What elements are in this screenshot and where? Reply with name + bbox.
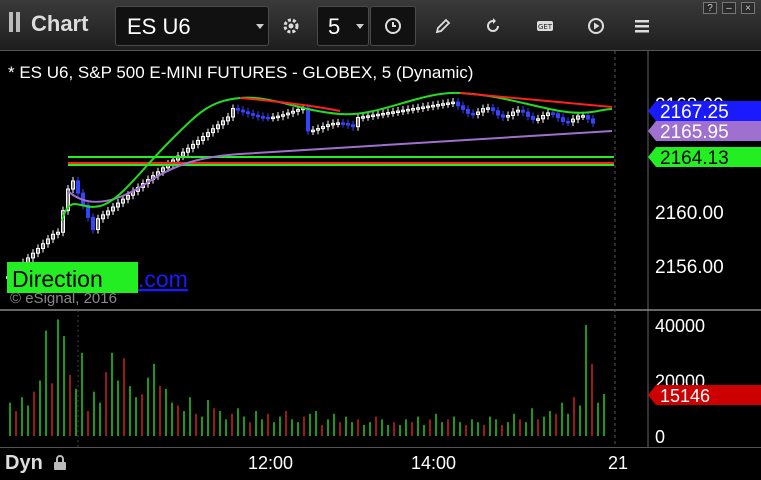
overlays bbox=[61, 91, 614, 222]
menu-icon bbox=[635, 20, 649, 33]
chart-toolbar: Chart ES U6 5 GET ? – × bbox=[0, 0, 761, 51]
time-label-day: 21 bbox=[608, 453, 629, 473]
play-icon bbox=[588, 18, 604, 34]
minimize-button[interactable]: – bbox=[722, 2, 736, 14]
candle bbox=[526, 111, 530, 117]
price-marker-label: 2165.95 bbox=[660, 122, 729, 143]
candle bbox=[306, 107, 310, 132]
chevron-down-icon bbox=[356, 24, 364, 29]
candle bbox=[91, 216, 95, 231]
draw-tools-button[interactable] bbox=[423, 6, 463, 46]
close-button[interactable]: × bbox=[741, 2, 755, 14]
clock-icon bbox=[385, 18, 401, 34]
refresh-button[interactable] bbox=[473, 6, 513, 46]
candle bbox=[456, 101, 460, 107]
window-grip-icon[interactable] bbox=[9, 12, 23, 32]
price-marker-label: 2164.13 bbox=[660, 148, 729, 169]
lock-icon[interactable] bbox=[53, 455, 67, 471]
chart-legend: * ES U6, S&P 500 E-MINI FUTURES - GLOBEX… bbox=[8, 63, 473, 82]
symbol-value: ES U6 bbox=[127, 14, 191, 39]
window-title: Chart bbox=[31, 11, 89, 36]
watermark-link[interactable]: .com bbox=[138, 266, 188, 292]
candle bbox=[466, 108, 470, 114]
volume-tick-label: 40000 bbox=[655, 316, 705, 336]
pencil-icon bbox=[435, 18, 451, 34]
candles bbox=[6, 98, 595, 281]
time-label-1400: 14:00 bbox=[411, 453, 457, 473]
watermark-brand: Direction bbox=[12, 266, 103, 292]
candle bbox=[251, 113, 255, 116]
svg-text:GET: GET bbox=[538, 23, 553, 31]
watermark: Direction .com © eSignal, 2016 bbox=[7, 262, 188, 307]
volume-bars bbox=[9, 319, 605, 436]
get-data-button[interactable]: GET bbox=[525, 6, 565, 46]
replay-button[interactable] bbox=[576, 6, 616, 46]
time-axis-bar: Dyn 12:00 14:00 21 bbox=[0, 447, 761, 480]
chevron-down-icon bbox=[256, 24, 264, 29]
candle bbox=[501, 114, 505, 118]
candle bbox=[261, 116, 265, 119]
candle bbox=[341, 122, 345, 125]
chart-grid bbox=[0, 51, 761, 447]
candle bbox=[351, 124, 355, 128]
price-markers: 2167.252165.95 2164.13 15146 bbox=[648, 101, 761, 406]
ema-slow-line bbox=[67, 130, 613, 203]
dynamic-mode-label[interactable]: Dyn bbox=[5, 452, 43, 475]
symbol-select[interactable]: ES U6 bbox=[115, 6, 269, 46]
candle bbox=[491, 107, 495, 112]
candle bbox=[471, 112, 475, 116]
studies-button[interactable] bbox=[271, 6, 311, 46]
candle bbox=[566, 120, 570, 124]
candle bbox=[551, 112, 555, 115]
candle bbox=[246, 111, 250, 115]
gear-icon bbox=[283, 18, 299, 34]
volume-tick-label: 0 bbox=[655, 427, 665, 447]
time-label-1200: 12:00 bbox=[248, 453, 294, 473]
price-marker-label: 2167.25 bbox=[660, 102, 729, 123]
candle bbox=[461, 105, 465, 110]
candle bbox=[556, 113, 560, 119]
candle bbox=[76, 180, 80, 194]
candle bbox=[236, 108, 240, 111]
interval-time-button[interactable] bbox=[370, 6, 416, 46]
interval-value: 5 bbox=[328, 14, 341, 39]
candle bbox=[346, 122, 350, 126]
price-tick-label: 2160.00 bbox=[655, 203, 724, 224]
get-icon: GET bbox=[537, 21, 553, 31]
interval-select[interactable]: 5 bbox=[317, 6, 369, 46]
candle bbox=[591, 118, 595, 124]
candle bbox=[266, 116, 270, 120]
price-tick-label: 2156.00 bbox=[655, 257, 724, 278]
candle bbox=[256, 114, 260, 118]
candle bbox=[241, 109, 245, 113]
candle bbox=[586, 115, 590, 120]
chart-menu-button[interactable] bbox=[622, 6, 662, 46]
price-chart[interactable]: 2168.002160.002156.0040000200000 2167.25… bbox=[0, 51, 761, 447]
help-button[interactable]: ? bbox=[703, 2, 717, 14]
refresh-icon bbox=[487, 18, 499, 32]
copyright-text: © eSignal, 2016 bbox=[10, 290, 117, 307]
candle bbox=[521, 109, 525, 113]
candle bbox=[531, 115, 535, 120]
candle bbox=[561, 117, 565, 122]
volume-marker-label: 15146 bbox=[660, 386, 710, 406]
candle bbox=[496, 110, 500, 116]
